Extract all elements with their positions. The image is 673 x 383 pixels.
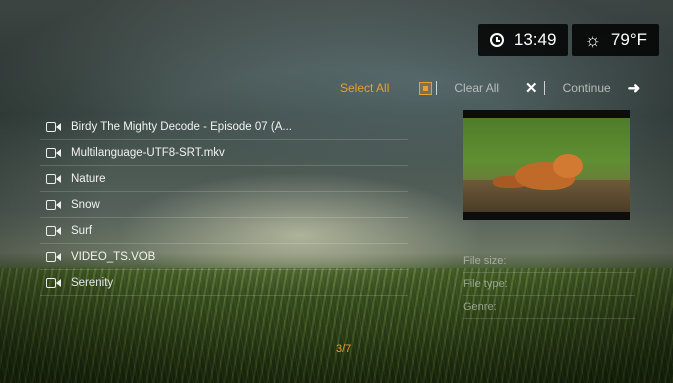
continue-button[interactable]: Continue ➜ — [563, 79, 641, 97]
genre-label: Genre: — [463, 296, 635, 319]
file-details: File size: File type: Genre: — [463, 250, 635, 319]
select-all-button[interactable]: Select All — [340, 81, 438, 95]
file-size-label: File size: — [463, 250, 635, 273]
file-name: Surf — [71, 224, 93, 237]
action-bar: Select All Clear All ✕ Continue ➜ — [340, 77, 640, 99]
video-camera-icon — [46, 121, 62, 132]
time-text: 13:49 — [513, 30, 557, 49]
video-camera-icon — [46, 225, 62, 236]
clear-all-button[interactable]: Clear All ✕ — [454, 79, 545, 97]
list-item[interactable]: Surf — [40, 218, 408, 244]
list-item-selected[interactable]: Serenity — [40, 270, 408, 296]
divider — [436, 81, 438, 95]
clock-icon — [489, 33, 504, 47]
temperature-text: 79°F — [610, 30, 647, 49]
page-indicator: 3/7 — [336, 343, 352, 355]
status-bar: 13:49 ☼ 79°F — [477, 24, 659, 56]
list-item[interactable]: Birdy The Mighty Decode - Episode 07 (A.… — [40, 114, 408, 140]
list-item[interactable]: Multilanguage-UTF8-SRT.mkv — [40, 140, 408, 166]
fox-shape — [553, 154, 583, 178]
file-name: Serenity — [71, 276, 114, 289]
file-type-label: File type: — [463, 273, 635, 296]
close-icon: ✕ — [525, 80, 538, 97]
arrow-right-icon: ➜ — [627, 80, 641, 97]
file-list: Birdy The Mighty Decode - Episode 07 (A.… — [40, 114, 408, 296]
video-camera-icon — [46, 251, 62, 262]
file-name: Multilanguage-UTF8-SRT.mkv — [71, 146, 225, 159]
video-camera-icon — [46, 199, 62, 210]
file-name: Birdy The Mighty Decode - Episode 07 (A.… — [71, 120, 292, 133]
video-camera-icon — [46, 173, 62, 184]
video-thumbnail — [463, 118, 630, 212]
select-all-icon — [419, 81, 433, 95]
list-item[interactable]: Snow — [40, 192, 408, 218]
sun-icon: ☼ — [584, 29, 601, 50]
clear-all-label: Clear All — [454, 81, 500, 95]
select-all-label: Select All — [340, 81, 390, 95]
continue-label: Continue — [562, 81, 611, 95]
list-item[interactable]: Nature — [40, 166, 408, 192]
video-camera-icon — [46, 277, 62, 288]
list-item[interactable]: VIDEO_TS.VOB — [40, 244, 408, 270]
weather-display: ☼ 79°F — [572, 24, 659, 56]
divider — [543, 81, 545, 95]
clock-display: 13:49 — [477, 24, 569, 56]
video-camera-icon — [46, 147, 62, 158]
file-name: VIDEO_TS.VOB — [71, 250, 156, 263]
preview-panel — [463, 110, 630, 220]
file-name: Snow — [71, 198, 100, 211]
file-name: Nature — [71, 172, 106, 185]
